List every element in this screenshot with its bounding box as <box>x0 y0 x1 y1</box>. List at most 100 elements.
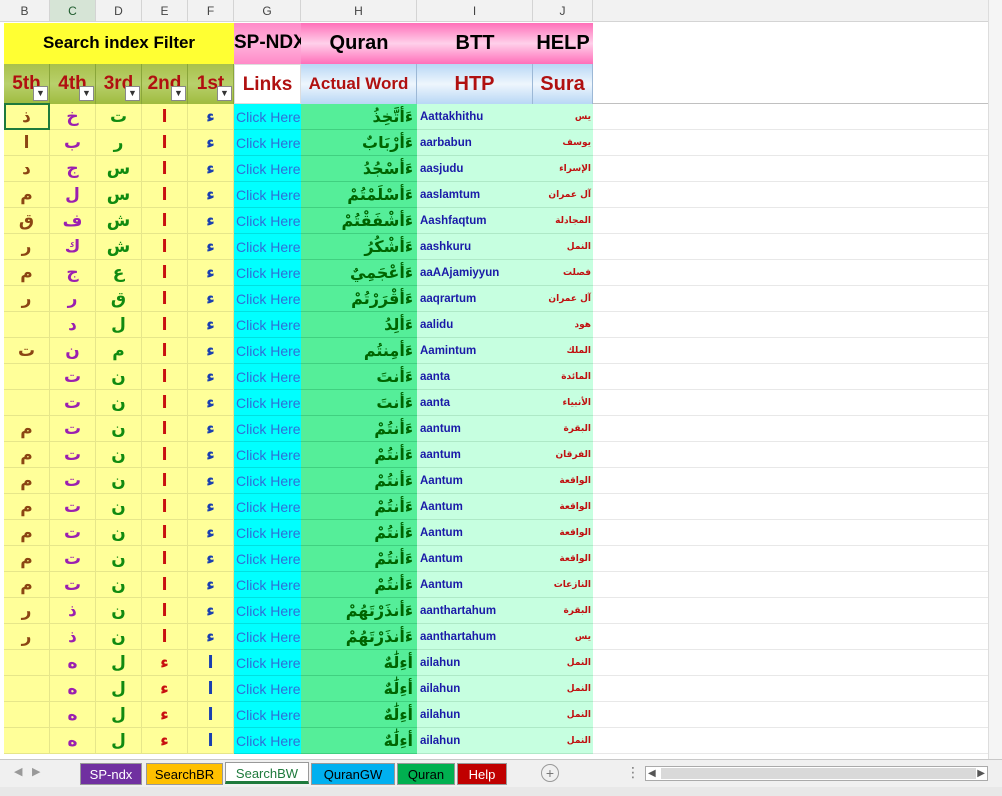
sura-cell[interactable]: آل عمران <box>533 286 593 312</box>
letter-cell-e[interactable]: ا <box>142 494 188 520</box>
actual-word-cell[interactable]: ءَأقْرَرْتُمْ <box>301 286 417 312</box>
click-here-link[interactable]: Click Here <box>234 546 301 572</box>
letter-cell-f[interactable]: ء <box>188 260 234 286</box>
spndx-header[interactable]: SP-NDX <box>234 23 301 64</box>
letter-cell-d[interactable]: ش <box>96 208 142 234</box>
sura-cell[interactable]: الملك <box>533 338 593 364</box>
sheet-tab-1[interactable]: SearchBR <box>146 763 223 785</box>
letter-cell-f[interactable]: ا <box>188 728 234 754</box>
sura-cell[interactable]: الواقعة <box>533 494 593 520</box>
letter-cell-c[interactable]: ر <box>50 286 96 312</box>
letter-cell-c[interactable]: خ <box>50 104 96 130</box>
htp-cell[interactable]: Aashfaqtum <box>417 208 533 234</box>
letter-cell-c[interactable]: ت <box>50 442 96 468</box>
letter-cell-b[interactable] <box>4 390 50 416</box>
click-here-link[interactable]: Click Here <box>234 208 301 234</box>
letter-cell-c[interactable]: ه <box>50 728 96 754</box>
letter-cell-c[interactable]: ت <box>50 468 96 494</box>
letter-cell-e[interactable]: ا <box>142 208 188 234</box>
letter-cell-e[interactable]: ا <box>142 624 188 650</box>
letter-cell-e[interactable]: ا <box>142 546 188 572</box>
actual-word-cell[interactable]: ءَأنذَرْتَهُمْ <box>301 624 417 650</box>
click-here-link[interactable]: Click Here <box>234 364 301 390</box>
letter-cell-c[interactable]: ذ <box>50 624 96 650</box>
actual-word-cell[interactable]: ءَأنتُمْ <box>301 494 417 520</box>
letter-cell-f[interactable]: ء <box>188 104 234 130</box>
letter-cell-b[interactable]: م <box>4 494 50 520</box>
letter-cell-d[interactable]: ل <box>96 650 142 676</box>
click-here-link[interactable]: Click Here <box>234 390 301 416</box>
letter-cell-c[interactable]: ه <box>50 702 96 728</box>
htp-cell[interactable]: Aattakhithu <box>417 104 533 130</box>
sheet-tab-3[interactable]: QuranGW <box>311 763 395 785</box>
actual-word-cell[interactable]: أءِلَٰهٌ <box>301 702 417 728</box>
htp-cell[interactable]: Aamintum <box>417 338 533 364</box>
htp-cell[interactable]: aaqrartum <box>417 286 533 312</box>
letter-cell-c[interactable]: ت <box>50 572 96 598</box>
letter-cell-b[interactable]: د <box>4 156 50 182</box>
letter-cell-b[interactable]: م <box>4 260 50 286</box>
letter-cell-f[interactable]: ء <box>188 390 234 416</box>
col-header-d[interactable]: D <box>96 0 142 22</box>
letter-cell-f[interactable]: ء <box>188 234 234 260</box>
actual-word-cell[interactable]: ءَألِدُ <box>301 312 417 338</box>
letter-cell-d[interactable]: ن <box>96 364 142 390</box>
htp-cell[interactable]: aashkuru <box>417 234 533 260</box>
click-here-link[interactable]: Click Here <box>234 676 301 702</box>
letter-cell-b[interactable] <box>4 728 50 754</box>
click-here-link[interactable]: Click Here <box>234 442 301 468</box>
click-here-link[interactable]: Click Here <box>234 598 301 624</box>
click-here-link[interactable]: Click Here <box>234 468 301 494</box>
letter-cell-c[interactable]: د <box>50 312 96 338</box>
sura-cell[interactable]: الفرقان <box>533 442 593 468</box>
sura-cell[interactable]: النمل <box>533 234 593 260</box>
htp-cell[interactable]: aasjudu <box>417 156 533 182</box>
actual-word-cell[interactable]: ءَأشْكُرُ <box>301 234 417 260</box>
filter-dropdown-5th[interactable]: ▼ <box>33 86 48 101</box>
htp-cell[interactable]: Aantum <box>417 494 533 520</box>
click-here-link[interactable]: Click Here <box>234 728 301 754</box>
sura-cell[interactable]: المائدة <box>533 364 593 390</box>
letter-cell-c[interactable]: ت <box>50 390 96 416</box>
letter-cell-c[interactable]: ب <box>50 130 96 156</box>
htp-cell[interactable]: ailahun <box>417 702 533 728</box>
sura-cell[interactable]: النمل <box>533 702 593 728</box>
letter-cell-c[interactable]: ذ <box>50 598 96 624</box>
letter-cell-b[interactable]: ر <box>4 624 50 650</box>
actual-word-cell[interactable]: ءَأنتُمْ <box>301 520 417 546</box>
letter-cell-b[interactable]: م <box>4 416 50 442</box>
letter-cell-b[interactable]: ر <box>4 286 50 312</box>
letter-cell-d[interactable]: ن <box>96 520 142 546</box>
letter-cell-e[interactable]: ا <box>142 416 188 442</box>
letter-cell-e[interactable]: ا <box>142 520 188 546</box>
letter-cell-f[interactable]: ا <box>188 650 234 676</box>
htp-cell[interactable]: aanthartahum <box>417 598 533 624</box>
letter-cell-d[interactable]: ن <box>96 442 142 468</box>
letter-cell-e[interactable]: ا <box>142 234 188 260</box>
letter-cell-b[interactable]: ر <box>4 598 50 624</box>
click-here-link[interactable]: Click Here <box>234 416 301 442</box>
tab-scroll-left-icon[interactable]: ◀ <box>14 765 22 778</box>
horizontal-scrollbar[interactable]: ◀ ▶ <box>645 766 988 781</box>
click-here-link[interactable]: Click Here <box>234 286 301 312</box>
click-here-link[interactable]: Click Here <box>234 182 301 208</box>
letter-cell-c[interactable]: ت <box>50 520 96 546</box>
letter-cell-c[interactable]: ج <box>50 156 96 182</box>
letter-cell-f[interactable]: ء <box>188 286 234 312</box>
click-here-link[interactable]: Click Here <box>234 494 301 520</box>
letter-cell-c[interactable]: ف <box>50 208 96 234</box>
letter-cell-c[interactable]: ل <box>50 182 96 208</box>
sura-cell[interactable]: البقرة <box>533 416 593 442</box>
letter-cell-f[interactable]: ء <box>188 520 234 546</box>
htp-cell[interactable]: ailahun <box>417 728 533 754</box>
more-options-icon[interactable]: ⋮ <box>626 764 640 781</box>
actual-word-cell[interactable]: ءَأرْبَابٌ <box>301 130 417 156</box>
letter-cell-e[interactable]: ء <box>142 676 188 702</box>
htp-cell[interactable]: ailahun <box>417 650 533 676</box>
letter-cell-e[interactable]: ا <box>142 312 188 338</box>
actual-word-cell[interactable]: أءِلَٰهٌ <box>301 728 417 754</box>
filter-dropdown-1st[interactable]: ▼ <box>217 86 232 101</box>
letter-cell-f[interactable]: ء <box>188 182 234 208</box>
letter-cell-d[interactable]: ل <box>96 676 142 702</box>
letter-cell-c[interactable]: ن <box>50 338 96 364</box>
